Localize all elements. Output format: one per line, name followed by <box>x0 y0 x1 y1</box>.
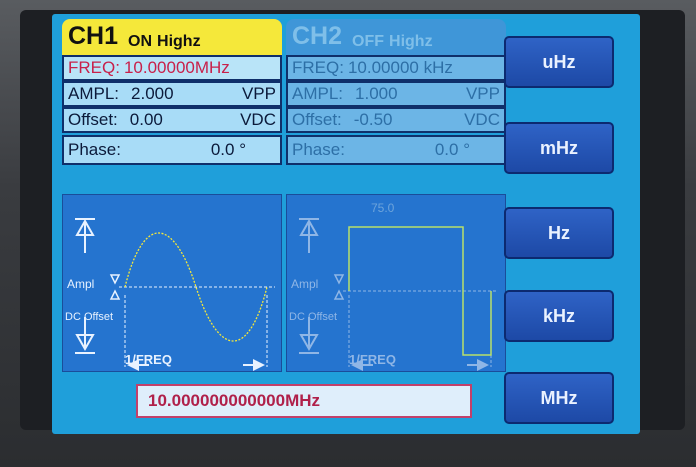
unit-uhz-button[interactable]: uHz <box>504 36 614 88</box>
unit-mhz-button[interactable]: mHz <box>504 122 614 174</box>
ch1-offset-row[interactable]: Offset: 0.00 VDC <box>62 107 282 133</box>
ch1-name: CH1 <box>68 22 119 50</box>
ch1-ampl-label: AMPL: <box>68 84 120 103</box>
ch1-ampl-row[interactable]: AMPL: 2.000 VPP <box>62 81 282 107</box>
ch2-freq-label: FREQ: <box>292 58 344 77</box>
frequency-entry-value: 10.000000000000MHz <box>148 391 321 410</box>
ch2-phase-label: Phase: <box>292 140 345 159</box>
ch2-freq-row[interactable]: FREQ: 10.00000 kHz <box>286 55 506 81</box>
ch2-impedance: Highz <box>389 33 433 50</box>
ch2-phase-value: 0.0 ° <box>434 140 470 159</box>
ch1-panel: CH1 ON Highz FREQ: 10.00000MHz AMPL: 2.0… <box>62 19 282 192</box>
ch2-offset-label: Offset: <box>292 110 342 129</box>
ch1-ampl-unit: VPP <box>241 84 276 103</box>
ch1-freq-value: 10.00000MHz <box>123 58 230 77</box>
ch1-impedance: Highz <box>157 33 201 50</box>
ch1-phase-label: Phase: <box>68 140 121 159</box>
unit-megahz-button[interactable]: MHz <box>504 372 614 424</box>
ch2-waveform-graphic <box>299 218 497 371</box>
frequency-entry-field[interactable]: 10.000000000000MHz <box>136 384 472 418</box>
ch2-dc-offset-caption: DC Offset <box>289 311 338 323</box>
ch1-offset-value: 0.00 <box>129 110 163 129</box>
ch1-freq-row[interactable]: FREQ: 10.00000MHz <box>62 55 282 81</box>
ch1-ampl-caption: Ampl <box>67 277 95 291</box>
ch2-offset-row[interactable]: Offset: -0.50 VDC <box>286 107 506 133</box>
ch2-offset-unit: VDC <box>464 110 500 129</box>
ch2-waveform-view: 75.0 Ampl DC Offset 1/FREQ <box>286 194 506 372</box>
unit-khz-button[interactable]: kHz <box>504 290 614 342</box>
ch1-freq-label: FREQ: <box>68 58 120 77</box>
ch1-offset-unit: VDC <box>240 110 276 129</box>
ch2-title-bar[interactable]: CH2 OFF Highz <box>286 19 506 55</box>
ch1-title-bar[interactable]: CH1 ON Highz <box>62 19 282 55</box>
ch2-ampl-label: AMPL: <box>292 84 344 103</box>
ch2-ampl-value: 1.000 <box>355 84 398 103</box>
unit-hz-button[interactable]: Hz <box>504 207 614 259</box>
ch2-ampl-unit: VPP <box>465 84 500 103</box>
ch2-name: CH2 <box>292 22 343 50</box>
ch1-period-caption: 1/FREQ <box>125 352 172 367</box>
ch1-offset-label: Offset: <box>68 110 118 129</box>
ch1-ampl-value: 2.000 <box>131 84 174 103</box>
ch1-waveform-view: Ampl DC Offset 1/FREQ <box>62 194 282 372</box>
ch2-offset-value: -0.50 <box>353 110 393 129</box>
ch1-phase-row[interactable]: Phase: 0.0 ° <box>62 135 282 165</box>
ch2-panel: CH2 OFF Highz FREQ: 10.00000 kHz AMPL: 1… <box>286 19 506 192</box>
ch2-period-caption: 1/FREQ <box>349 352 396 367</box>
ch2-freq-value: 10.00000 kHz <box>347 58 453 77</box>
display-screen: CH1 ON Highz FREQ: 10.00000MHz AMPL: 2.0… <box>52 14 640 434</box>
ch2-output-state: OFF <box>352 33 385 50</box>
ch1-output-state: ON <box>128 33 153 50</box>
ch2-ampl-caption: Ampl <box>291 277 319 291</box>
ch1-dc-offset-caption: DC Offset <box>65 311 114 323</box>
ch2-ampl-row[interactable]: AMPL: 1.000 VPP <box>286 81 506 107</box>
ch1-phase-value: 0.0 ° <box>210 140 246 159</box>
ch2-phase-row[interactable]: Phase: 0.0 ° <box>286 135 506 165</box>
ch1-waveform-graphic <box>75 218 275 371</box>
